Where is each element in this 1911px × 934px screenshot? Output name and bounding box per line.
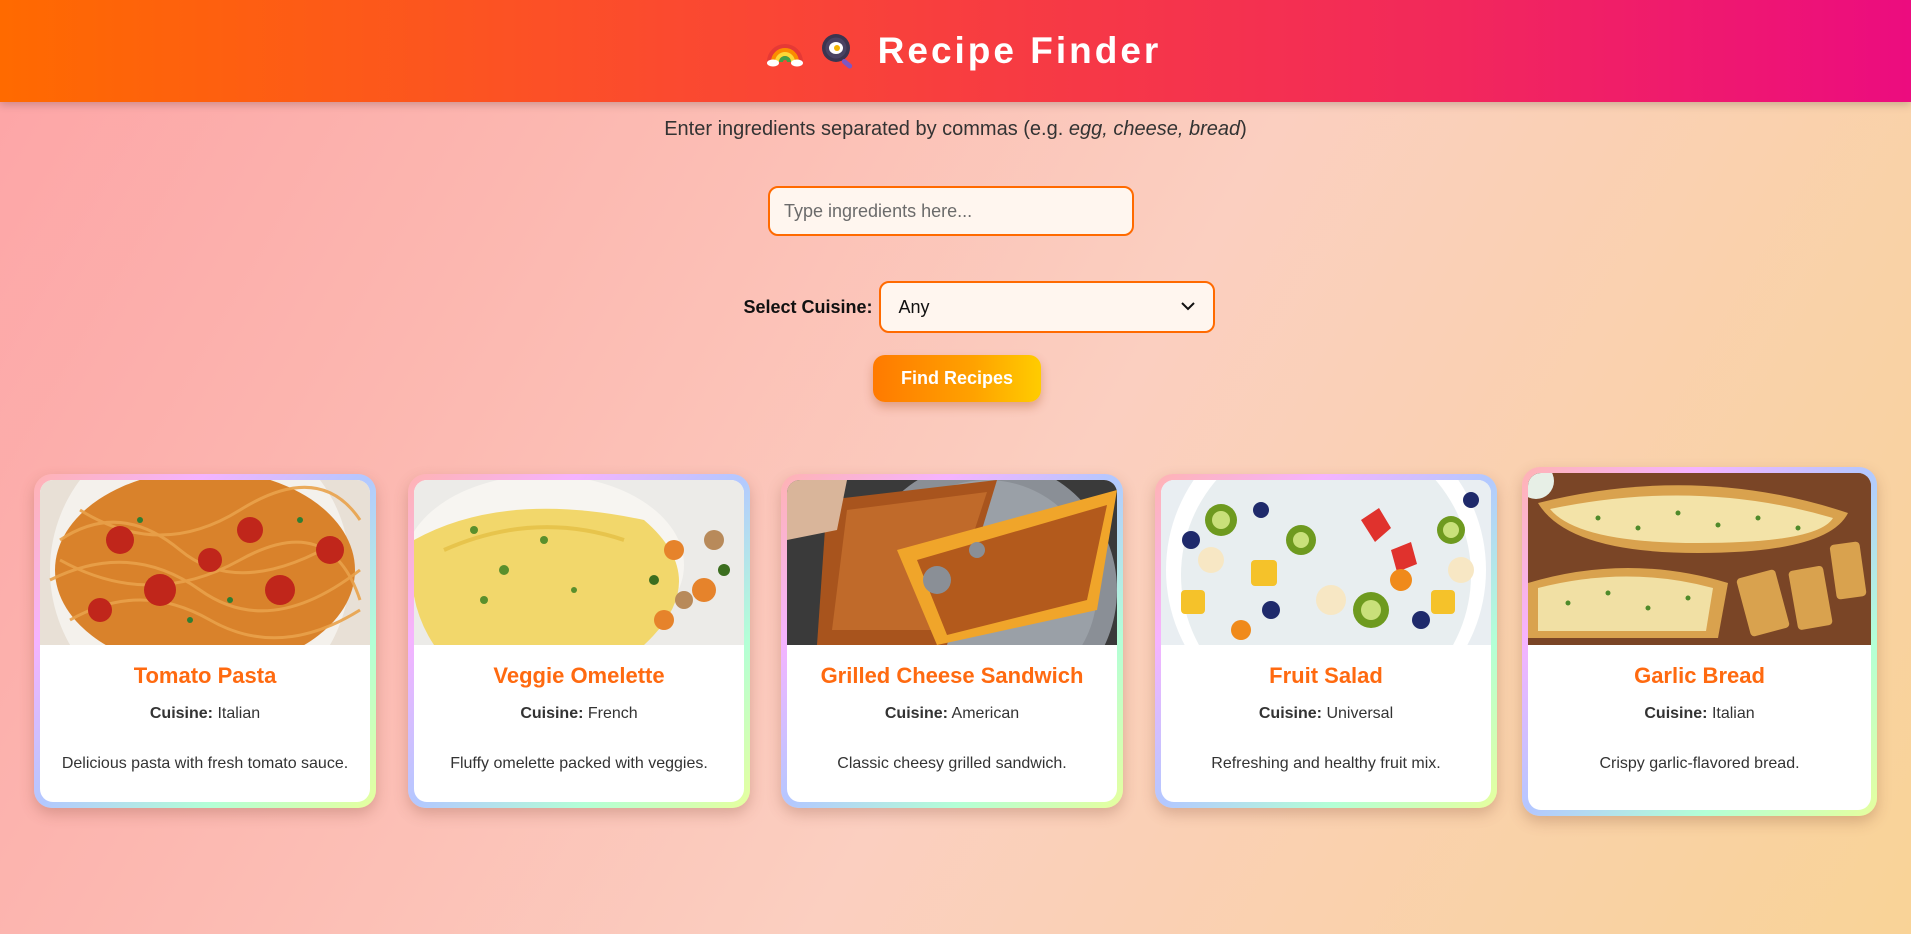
recipe-description: Classic cheesy grilled sandwich. [837,755,1067,772]
instructions-example: egg, cheese, bread [1068,118,1241,140]
cuisine-value: Italian [1711,705,1755,722]
cuisine-key: Cuisine: [884,705,948,722]
cuisine-key: Cuisine: [1258,705,1322,722]
app-header: Recipe Finder [0,0,1911,102]
header-content: Recipe Finder [766,30,1162,72]
recipe-cuisine: Cuisine: French [414,705,744,723]
cuisine-key: Cuisine: [520,705,584,722]
recipe-card-body: Tomato Pasta Cuisine: Italian Delicious … [40,480,370,802]
recipe-image [787,480,1117,645]
recipe-image [414,480,744,645]
cuisine-label: Select Cuisine: [743,296,873,317]
recipe-card-body: Grilled Cheese Sandwich Cuisine: America… [787,480,1117,802]
recipe-card-body: Fruit Salad Cuisine: Universal Refreshin… [1161,480,1491,802]
recipe-card-body: Veggie Omelette Cuisine: French Fluffy o… [414,480,744,802]
recipe-title: Tomato Pasta [133,663,277,688]
recipe-card[interactable]: Tomato Pasta Cuisine: Italian Delicious … [34,474,376,808]
recipe-card[interactable]: Fruit Salad Cuisine: Universal Refreshin… [1155,474,1497,808]
ingredients-input[interactable] [768,186,1134,236]
recipe-title: Fruit Salad [1269,663,1383,688]
recipe-card[interactable]: Garlic Bread Cuisine: Italian Crispy gar… [1522,467,1877,816]
recipe-card[interactable]: Grilled Cheese Sandwich Cuisine: America… [781,474,1123,808]
cuisine-selected-value: Any [898,296,930,317]
recipe-card-body: Garlic Bread Cuisine: Italian Crispy gar… [1528,473,1871,810]
recipe-description: Refreshing and healthy fruit mix. [1211,755,1441,772]
instructions-text: Enter ingredients separated by commas (e… [0,118,1911,141]
recipe-image [1528,473,1871,645]
cuisine-value: American [951,705,1020,722]
recipe-title: Veggie Omelette [493,663,665,688]
cuisine-select[interactable]: Any [878,281,1215,333]
recipe-title: Garlic Bread [1634,663,1765,688]
cuisine-value: Universal [1326,705,1394,722]
recipe-cuisine: Cuisine: American [787,705,1117,723]
recipe-card[interactable]: Veggie Omelette Cuisine: French Fluffy o… [408,474,750,808]
cuisine-value: Italian [217,705,261,722]
find-recipes-button[interactable]: Find Recipes [873,355,1041,402]
chevron-down-icon [1180,298,1195,316]
recipe-description: Crispy garlic-flavored bread. [1599,755,1800,772]
recipe-image [40,480,370,645]
cuisine-key: Cuisine: [149,705,213,722]
recipe-image [1161,480,1491,645]
cuisine-row: Select Cuisine: Any [0,281,1911,333]
instructions-prefix: Enter ingredients separated by commas (e… [664,118,1069,140]
recipe-description: Fluffy omelette packed with veggies. [450,755,708,772]
rainbow-icon [766,32,804,70]
recipe-cuisine: Cuisine: Universal [1161,705,1491,723]
recipe-description: Delicious pasta with fresh tomato sauce. [61,755,349,772]
frying-pan-egg-icon [818,31,858,71]
recipe-cuisine: Cuisine: Italian [1528,705,1871,723]
cuisine-key: Cuisine: [1644,705,1708,722]
recipe-title: Grilled Cheese Sandwich [820,663,1084,688]
page-title: Recipe Finder [877,30,1162,71]
cuisine-value: French [587,705,638,722]
recipe-cuisine: Cuisine: Italian [40,705,370,723]
instructions-suffix: ) [1240,118,1247,140]
